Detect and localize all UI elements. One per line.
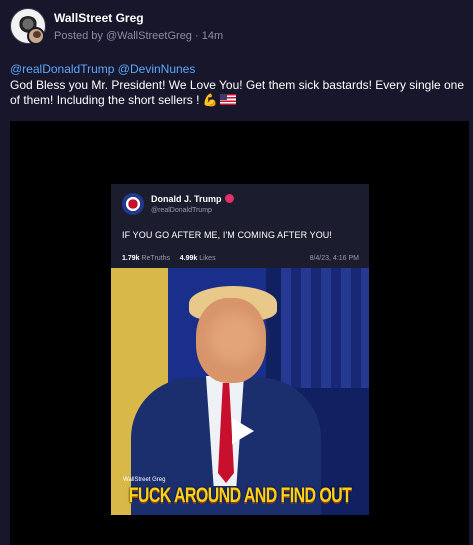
retruths-count: 1.79k [122,255,140,262]
meta-separator: · [195,30,199,42]
background-flag [281,268,369,388]
posted-by[interactable]: Posted by @WallStreetGreg [54,30,192,42]
play-triangle [232,418,254,444]
face-blur [209,313,259,363]
card-avatar [122,193,144,215]
display-name[interactable]: WallStreet Greg [54,11,144,25]
video-player[interactable]: Donald J. Trump @realDonaldTrump IF YOU … [10,121,469,545]
card-stats: 1.79k ReTruths 4.99k Likes [122,255,216,262]
card-datetime: 8/4/23, 4:16 PM [309,255,359,262]
post-meta: Posted by @WallStreetGreg · 14m [54,30,223,42]
flexed-biceps-icon: 💪 [202,93,218,107]
post-body: God Bless you Mr. President! We Love You… [10,78,465,108]
video-frame: Donald J. Trump @realDonaldTrump IF YOU … [111,184,369,515]
mention-link[interactable]: @realDonaldTrump [10,62,114,76]
card-handle: @realDonaldTrump [151,207,212,214]
card-name: Donald J. Trump [151,194,234,204]
likes-count: 4.99k [179,255,198,262]
post-text: God Bless you Mr. President! We Love You… [10,78,465,107]
watermark: WallStreet Greg [123,477,166,483]
reposter-avatar[interactable] [27,27,45,45]
verified-badge-icon [224,194,234,203]
timestamp[interactable]: 14m [202,30,223,42]
mentions: @realDonaldTrump @DevinNunes [10,62,195,76]
us-flag-icon [219,94,236,105]
post: WallStreet Greg Posted by @WallStreetGre… [0,0,473,545]
retruths-label: ReTruths [141,255,171,262]
video-caption: FUCK AROUND AND FIND OUT [128,485,352,508]
likes-label: Likes [199,255,216,262]
card-text: IF YOU GO AFTER ME, I'M COMING AFTER YOU… [122,230,333,240]
card-name-text: Donald J. Trump [151,194,222,204]
mention-link[interactable]: @DevinNunes [118,62,196,76]
play-icon[interactable] [225,416,255,446]
